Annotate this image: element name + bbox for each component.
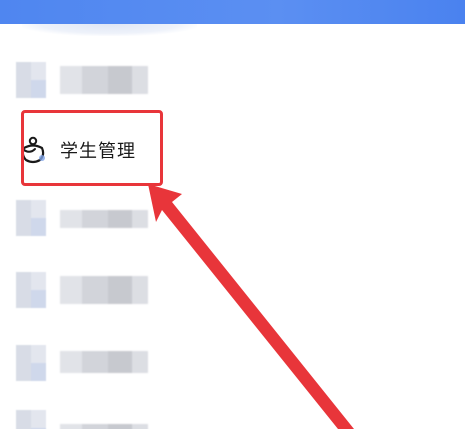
menu-item-blurred[interactable] bbox=[12, 272, 162, 308]
header-curve bbox=[22, 24, 197, 36]
blurred-icon bbox=[16, 345, 46, 381]
menu-item-blurred[interactable] bbox=[12, 345, 162, 381]
top-header-bar bbox=[0, 0, 465, 24]
blurred-icon bbox=[16, 272, 46, 308]
blurred-label bbox=[60, 210, 148, 228]
blurred-label bbox=[60, 424, 148, 429]
blurred-icon bbox=[16, 200, 46, 236]
blurred-icon bbox=[16, 410, 46, 429]
menu-item-blurred[interactable] bbox=[12, 62, 162, 98]
blurred-label bbox=[60, 276, 148, 304]
menu-item-blurred[interactable] bbox=[12, 200, 162, 236]
app-screen: 学生管理 bbox=[0, 0, 465, 429]
blurred-icon bbox=[16, 62, 46, 98]
blurred-label bbox=[60, 351, 148, 373]
annotation-highlight-box bbox=[21, 110, 163, 186]
blurred-label bbox=[60, 66, 148, 94]
menu-item-blurred[interactable] bbox=[12, 410, 162, 429]
